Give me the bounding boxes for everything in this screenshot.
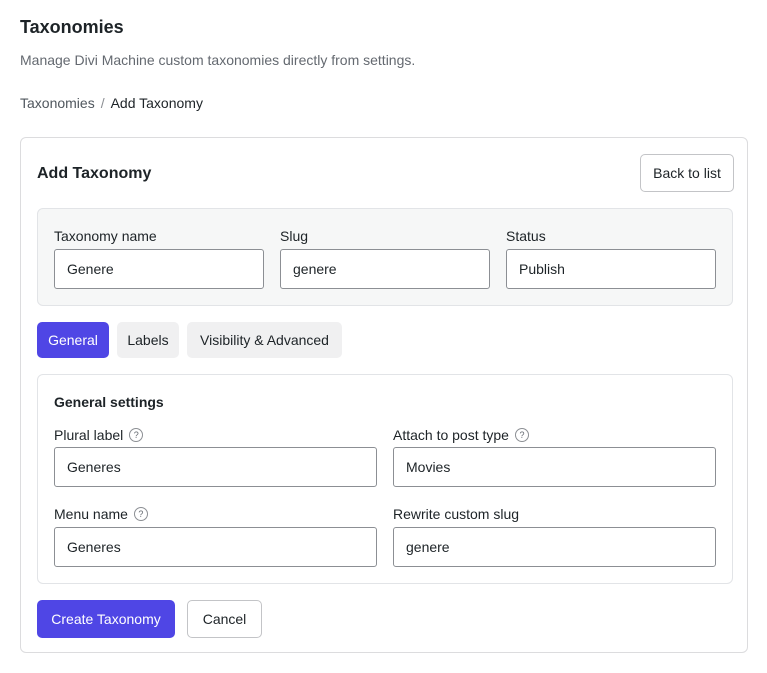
cancel-button[interactable]: Cancel xyxy=(187,600,262,638)
menu-name-label: Menu name ? xyxy=(54,506,148,522)
plural-label-input[interactable] xyxy=(54,447,377,487)
tab-labels[interactable]: Labels xyxy=(117,322,179,358)
slug-input[interactable] xyxy=(280,249,490,289)
menu-name-input[interactable] xyxy=(54,527,377,567)
rewrite-slug-label: Rewrite custom slug xyxy=(393,506,520,522)
status-label: Status xyxy=(506,228,546,244)
rewrite-slug-input[interactable] xyxy=(393,527,716,567)
page-title: Taxonomies xyxy=(20,17,124,37)
tab-general[interactable]: General xyxy=(37,322,109,358)
help-icon[interactable]: ? xyxy=(514,428,529,442)
status-input[interactable] xyxy=(506,249,716,289)
taxonomy-name-label: Taxonomy name xyxy=(54,228,157,244)
attach-post-type-label: Attach to post type ? xyxy=(393,427,529,443)
slug-label: Slug xyxy=(280,228,309,244)
create-taxonomy-button[interactable]: Create Taxonomy xyxy=(37,600,175,638)
breadcrumb-link-taxonomies[interactable]: Taxonomies xyxy=(20,95,95,111)
help-icon[interactable]: ? xyxy=(129,428,144,442)
plural-label-label: Plural label ? xyxy=(54,427,144,443)
general-settings-panel: General settings Plural label ? Attach t… xyxy=(37,374,733,584)
section-title: General settings xyxy=(54,394,164,410)
taxonomy-name-input[interactable] xyxy=(54,249,264,289)
tab-visibility-advanced[interactable]: Visibility & Advanced xyxy=(187,322,342,358)
page-subtitle: Manage Divi Machine custom taxonomies di… xyxy=(20,52,416,68)
back-to-list-button[interactable]: Back to list xyxy=(640,154,734,192)
help-icon[interactable]: ? xyxy=(133,507,148,521)
add-taxonomy-card: Add Taxonomy Back to list Taxonomy name … xyxy=(20,137,748,653)
breadcrumb-current: Add Taxonomy xyxy=(110,95,203,111)
breadcrumb-separator: / xyxy=(100,95,105,111)
taxonomy-basics-panel: Taxonomy name Slug Status xyxy=(37,208,733,306)
breadcrumb: Taxonomies / Add Taxonomy xyxy=(20,95,203,111)
card-title: Add Taxonomy xyxy=(37,165,152,182)
attach-post-type-input[interactable] xyxy=(393,447,716,487)
